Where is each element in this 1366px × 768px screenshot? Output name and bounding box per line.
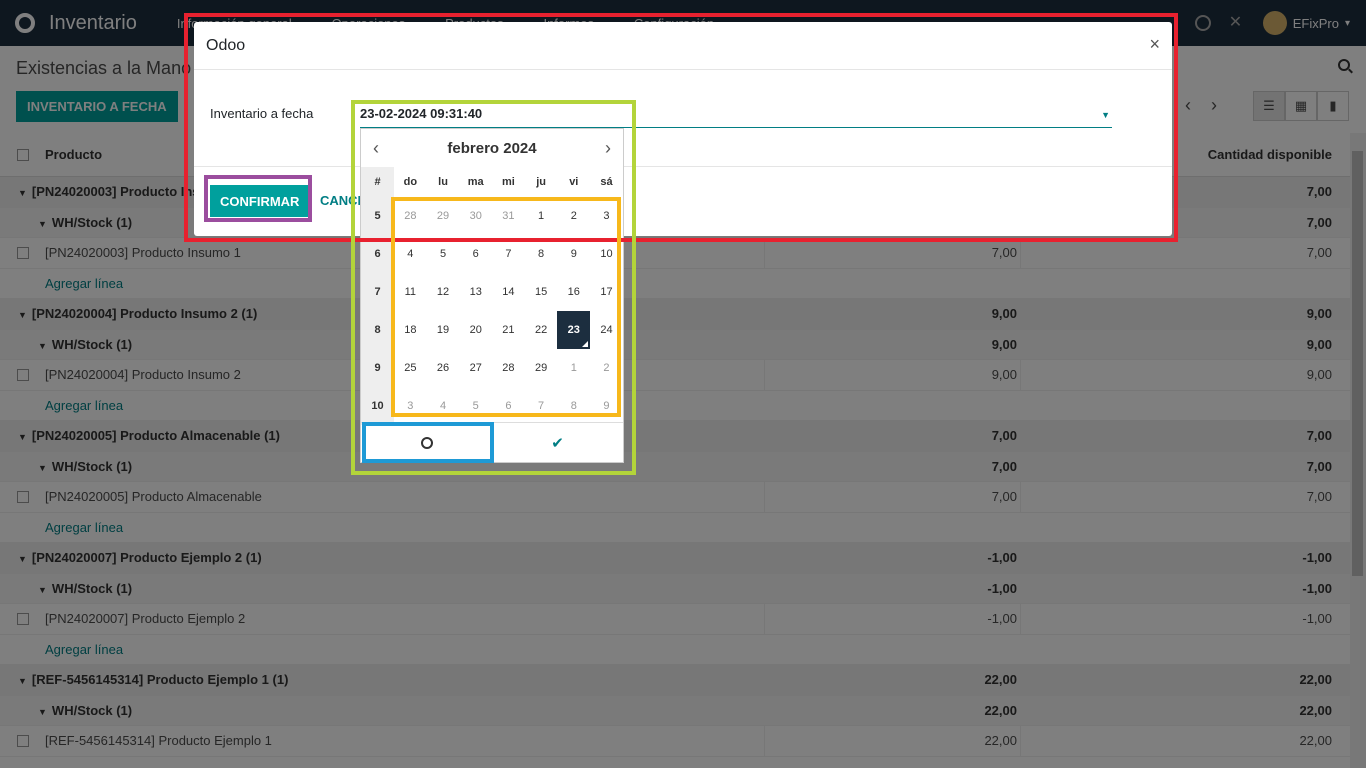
- calendar-day[interactable]: 17: [590, 273, 623, 311]
- date-picker-header: ‹ febrero 2024 ›: [361, 129, 623, 167]
- calendar-day[interactable]: 3: [394, 387, 427, 425]
- date-picker-footer: ✔: [361, 422, 623, 462]
- weekday-header: sá: [600, 176, 613, 188]
- calendar-day[interactable]: 7: [492, 235, 525, 273]
- weekday-header: ju: [536, 176, 546, 188]
- calendar-day[interactable]: 10: [590, 235, 623, 273]
- calendar-day[interactable]: 3: [590, 197, 623, 235]
- calendar-day[interactable]: 24: [590, 311, 623, 349]
- calendar-day[interactable]: 9: [557, 235, 590, 273]
- calendar-day[interactable]: 12: [427, 273, 460, 311]
- calendar-day[interactable]: 28: [394, 197, 427, 235]
- calendar-day[interactable]: 21: [492, 311, 525, 349]
- calendar-day[interactable]: 5: [459, 387, 492, 425]
- calendar-day[interactable]: 15: [525, 273, 558, 311]
- calendar-day[interactable]: 4: [427, 387, 460, 425]
- weekday-header: do: [403, 176, 418, 188]
- confirm-button[interactable]: CONFIRMAR: [210, 185, 310, 217]
- week-number: 5: [361, 197, 394, 235]
- calendar-day[interactable]: 19: [427, 311, 460, 349]
- apply-button[interactable]: ✔: [492, 423, 623, 462]
- calendar-day[interactable]: 25: [394, 349, 427, 387]
- next-month-icon[interactable]: ›: [605, 138, 611, 159]
- inventory-date-dialog: Odoo × Inventario a fecha 23-02-2024 09:…: [194, 22, 1172, 236]
- prev-month-icon[interactable]: ‹: [373, 138, 379, 159]
- check-icon: ✔: [551, 434, 564, 452]
- calendar-day[interactable]: 13: [459, 273, 492, 311]
- date-field-value: 23-02-2024 09:31:40: [360, 106, 483, 121]
- calendar-day[interactable]: 4: [394, 235, 427, 273]
- weekday-header: ma: [467, 176, 484, 188]
- calendar-day[interactable]: 29: [427, 197, 460, 235]
- time-toggle-button[interactable]: [361, 423, 492, 462]
- calendar-day[interactable]: 8: [557, 387, 590, 425]
- calendar-day[interactable]: 5: [427, 235, 460, 273]
- calendar-day[interactable]: 11: [394, 273, 427, 311]
- week-number: 7: [361, 273, 394, 311]
- calendar-day[interactable]: 27: [459, 349, 492, 387]
- weekday-header: vi: [569, 176, 579, 188]
- week-number: 9: [361, 349, 394, 387]
- calendar-day[interactable]: 7: [525, 387, 558, 425]
- calendar-day[interactable]: 2: [590, 349, 623, 387]
- calendar-grid: # do lu ma mi ju vi sá 5 28 29 30 31 1 2 3 6 4 5 6 7 8 9 10 7 11 1…: [361, 167, 623, 425]
- calendar-day[interactable]: 30: [459, 197, 492, 235]
- week-number: 8: [361, 311, 394, 349]
- week-number: 10: [361, 387, 394, 425]
- dialog-footer: CONFIRMAR CANCELAR: [194, 166, 1172, 236]
- calendar-day[interactable]: 14: [492, 273, 525, 311]
- date-field-input[interactable]: 23-02-2024 09:31:40 ▼: [360, 106, 1112, 128]
- calendar-day[interactable]: 8: [525, 235, 558, 273]
- calendar-day[interactable]: 9: [590, 387, 623, 425]
- calendar-day[interactable]: 6: [459, 235, 492, 273]
- calendar-day[interactable]: 29: [525, 349, 558, 387]
- date-picker: ‹ febrero 2024 › # do lu ma mi ju vi sá 5 28 29 30 3…: [360, 128, 624, 463]
- calendar-day[interactable]: 2: [557, 197, 590, 235]
- calendar-day[interactable]: 28: [492, 349, 525, 387]
- close-icon[interactable]: ×: [1149, 34, 1160, 55]
- calendar-day[interactable]: 26: [427, 349, 460, 387]
- month-label[interactable]: febrero 2024: [447, 140, 536, 157]
- weekday-header: mi: [501, 176, 515, 188]
- clock-icon: [420, 436, 433, 449]
- calendar-day[interactable]: 1: [525, 197, 558, 235]
- calendar-day[interactable]: 20: [459, 311, 492, 349]
- date-field-label: Inventario a fecha: [210, 106, 314, 121]
- calendar-day[interactable]: 1: [557, 349, 590, 387]
- week-number-header: #: [361, 167, 394, 197]
- calendar-day[interactable]: 6: [492, 387, 525, 425]
- calendar-day[interactable]: 22: [525, 311, 558, 349]
- dropdown-caret-icon[interactable]: ▼: [1101, 110, 1110, 120]
- calendar-day[interactable]: 31: [492, 197, 525, 235]
- selected-day[interactable]: 23: [557, 311, 591, 349]
- weekday-header: lu: [438, 176, 448, 188]
- calendar-day[interactable]: 16: [557, 273, 590, 311]
- dialog-title: Odoo: [194, 22, 1172, 70]
- calendar-day[interactable]: 18: [394, 311, 427, 349]
- week-number: 6: [361, 235, 394, 273]
